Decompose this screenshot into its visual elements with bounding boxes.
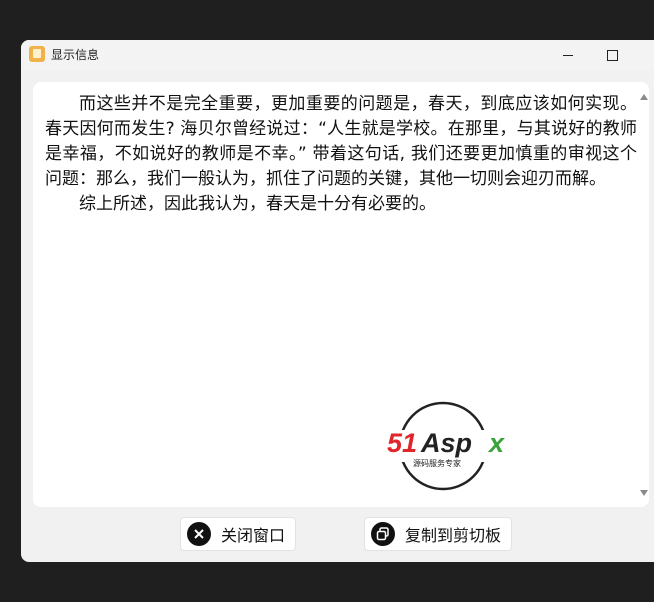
close-circle-icon <box>187 522 211 546</box>
copy-circle-icon <box>371 522 395 546</box>
title-bar[interactable]: 显示信息 <box>21 40 654 70</box>
message-text[interactable]: 而这些并不是完全重要，更加重要的问题是，春天，到底应该如何实现。春天因何而发生?… <box>45 92 637 217</box>
dialog-window: 显示信息 而这些并不是完全重要，更加重要的问题是，春天，到底应该如何实现。春天因… <box>21 40 654 562</box>
action-bar: 关闭窗口 复制到剪切板 <box>21 515 654 555</box>
scroll-up-arrow-icon[interactable] <box>640 94 648 100</box>
logo-brand-x: x <box>487 428 505 458</box>
scroll-down-arrow-icon[interactable] <box>640 490 648 496</box>
logo-brand-a: Asp <box>420 428 472 458</box>
vertical-scrollbar[interactable] <box>639 94 649 496</box>
close-window-label: 关闭窗口 <box>221 526 286 545</box>
copy-to-clipboard-label: 复制到剪切板 <box>405 526 502 545</box>
message-panel: 而这些并不是完全重要，更加重要的问题是，春天，到底应该如何实现。春天因何而发生?… <box>33 82 649 507</box>
maximize-icon <box>606 49 618 61</box>
paragraph: 综上所述，因此我认为，春天是十分有必要的。 <box>79 194 436 214</box>
window-title: 显示信息 <box>51 48 100 62</box>
minimize-icon <box>563 54 573 56</box>
app-icon <box>29 46 45 62</box>
logo-tagline: 源码服务专家 <box>413 458 461 468</box>
paragraph: 而这些并不是完全重要，更加重要的问题是，春天，到底应该如何实现。春天因何而发生?… <box>45 94 637 189</box>
logo-brand-number: 51 <box>387 428 417 458</box>
maximize-button[interactable] <box>589 40 635 70</box>
close-window-button[interactable]: 关闭窗口 <box>180 517 296 551</box>
minimize-button[interactable] <box>545 40 591 70</box>
watermark-logo: 51 Asp x 源码服务专家 <box>385 401 509 491</box>
copy-to-clipboard-button[interactable]: 复制到剪切板 <box>364 517 512 551</box>
